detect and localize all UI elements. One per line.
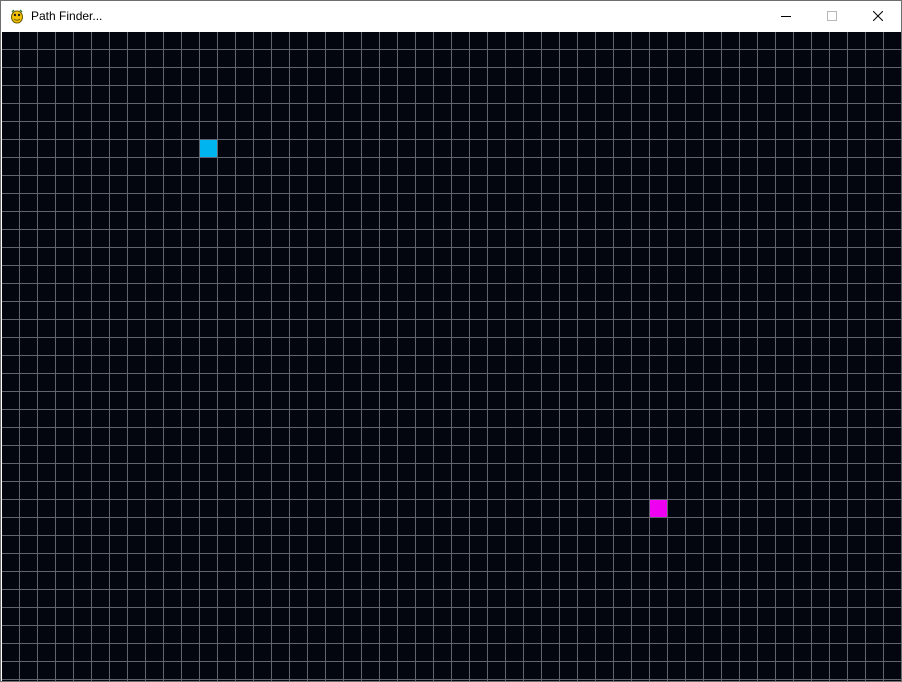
app-icon: [9, 8, 25, 24]
minimize-button[interactable]: [763, 1, 809, 31]
maximize-icon: [827, 11, 837, 21]
title-bar[interactable]: Path Finder...: [1, 1, 901, 31]
end-node[interactable]: [650, 500, 667, 517]
minimize-icon: [781, 16, 791, 17]
pathfinding-grid[interactable]: [2, 32, 901, 681]
close-button[interactable]: [855, 1, 901, 31]
close-icon: [873, 11, 883, 21]
maximize-button[interactable]: [809, 1, 855, 31]
app-window: Path Finder...: [0, 0, 902, 682]
window-title: Path Finder...: [31, 9, 103, 23]
start-node[interactable]: [200, 140, 217, 157]
grid-canvas[interactable]: [2, 32, 901, 681]
window-controls: [763, 1, 901, 31]
